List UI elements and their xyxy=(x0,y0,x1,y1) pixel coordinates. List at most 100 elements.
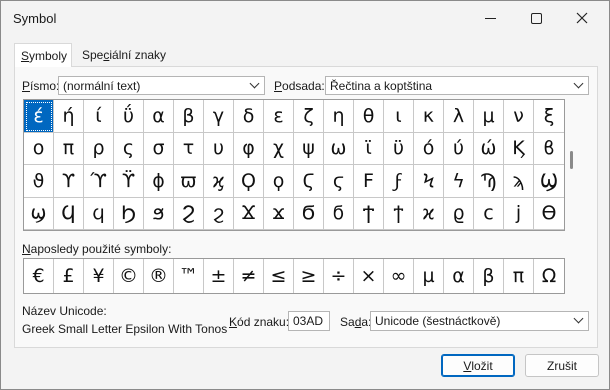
symbol-cell[interactable]: ϭ xyxy=(324,197,354,230)
close-button[interactable] xyxy=(559,1,605,35)
symbol-cell[interactable]: ώ xyxy=(474,132,504,165)
scrollbar-thumb[interactable] xyxy=(570,151,573,169)
tab-special-characters[interactable]: Spe c iální znaky xyxy=(76,44,180,66)
recent-symbol-cell[interactable]: π xyxy=(504,259,534,293)
symbol-cell[interactable]: Ϧ xyxy=(114,197,144,230)
recent-symbol-cell[interactable]: ∞ xyxy=(384,259,414,293)
symbol-grid-scrollbar[interactable] xyxy=(567,99,579,231)
recent-symbol-cell[interactable]: ™ xyxy=(174,259,204,293)
symbol-cell[interactable]: θ xyxy=(354,100,384,133)
symbol-cell[interactable]: Ϯ xyxy=(354,197,384,230)
symbol-cell[interactable]: τ xyxy=(174,132,204,165)
recent-symbol-cell[interactable]: £ xyxy=(54,259,84,293)
symbol-cell[interactable]: Ϣ xyxy=(534,165,564,198)
symbol-cell[interactable]: η xyxy=(324,100,354,133)
symbol-cell[interactable]: ρ xyxy=(84,132,114,165)
symbol-cell[interactable]: ξ xyxy=(534,100,564,133)
symbol-cell[interactable]: ϣ xyxy=(24,197,54,230)
symbol-cell[interactable]: Ϟ xyxy=(414,165,444,198)
symbol-cell[interactable]: ϛ xyxy=(324,165,354,198)
symbol-cell[interactable]: ϐ xyxy=(534,133,564,165)
symbol-cell[interactable]: ψ xyxy=(294,132,324,165)
symbol-cell[interactable]: ϫ xyxy=(264,197,294,230)
symbol-cell[interactable]: ϱ xyxy=(444,197,474,230)
symbol-cell[interactable]: ν xyxy=(504,100,534,133)
recent-symbol-cell[interactable]: ± xyxy=(204,259,234,293)
cancel-button[interactable]: Zrušit xyxy=(525,354,599,377)
recent-symbol-cell[interactable]: ≥ xyxy=(294,259,324,293)
subset-select[interactable]: Řečtina a koptština xyxy=(325,76,589,95)
symbol-cell[interactable]: ε xyxy=(264,100,294,133)
symbol-cell[interactable]: Ϝ xyxy=(354,165,384,198)
symbol-cell[interactable]: ϔ xyxy=(114,165,144,198)
symbol-cell[interactable]: ή xyxy=(54,100,84,133)
symbol-cell[interactable]: υ xyxy=(204,132,234,165)
symbol-cell[interactable]: έ xyxy=(24,100,54,133)
symbol-cell[interactable]: ϋ xyxy=(384,132,414,165)
recent-symbol-cell[interactable]: µ xyxy=(414,259,444,293)
symbol-cell[interactable]: ϥ xyxy=(84,197,114,230)
symbol-cell[interactable]: Ϭ xyxy=(294,197,324,230)
symbol-cell[interactable]: σ xyxy=(144,132,174,165)
symbol-cell[interactable]: ϰ xyxy=(414,197,444,230)
symbol-cell[interactable]: ϓ xyxy=(84,165,114,198)
symbol-cell[interactable]: ϟ xyxy=(444,165,474,198)
symbol-cell[interactable]: δ xyxy=(234,100,264,133)
symbol-cell[interactable]: Ϛ xyxy=(294,165,324,198)
recent-symbol-cell[interactable]: Ω xyxy=(534,259,564,293)
symbol-cell[interactable]: Ϩ xyxy=(174,197,204,230)
symbol-cell[interactable]: ϴ xyxy=(534,198,564,230)
symbol-cell[interactable]: β xyxy=(174,100,204,133)
tab-symbols[interactable]: Symboly xyxy=(14,43,72,67)
symbol-cell[interactable]: ϖ xyxy=(174,165,204,198)
symbol-cell[interactable]: ϲ xyxy=(474,197,504,230)
char-code-input[interactable]: 03AD xyxy=(288,311,330,331)
symbol-cell[interactable]: ς xyxy=(114,132,144,165)
symbol-cell[interactable]: λ xyxy=(444,100,474,133)
recent-symbol-cell[interactable]: ≠ xyxy=(234,259,264,293)
recent-symbol-cell[interactable]: € xyxy=(24,259,54,293)
symbol-cell[interactable]: κ xyxy=(414,100,444,133)
symbol-cell[interactable]: ι xyxy=(384,100,414,133)
symbol-cell[interactable]: ϳ xyxy=(504,197,534,230)
recent-symbol-cell[interactable]: ¥ xyxy=(84,259,114,293)
symbol-cell[interactable]: ϧ xyxy=(144,197,174,230)
recent-symbol-cell[interactable]: ® xyxy=(144,259,174,293)
symbol-cell[interactable]: ί xyxy=(84,100,114,133)
symbol-cell[interactable]: γ xyxy=(204,100,234,133)
symbol-cell[interactable]: Ϡ xyxy=(474,165,504,198)
symbol-cell[interactable]: α xyxy=(144,100,174,133)
symbol-cell[interactable]: ϝ xyxy=(384,165,414,198)
symbol-cell[interactable]: Ϥ xyxy=(54,197,84,230)
recent-symbol-cell[interactable]: © xyxy=(114,259,144,293)
symbol-cell[interactable]: ϕ xyxy=(144,165,174,198)
symbol-cell[interactable]: ϡ xyxy=(504,165,534,198)
symbol-cell[interactable]: ύ xyxy=(444,132,474,165)
recent-symbol-cell[interactable]: × xyxy=(354,259,384,293)
recent-symbol-cell[interactable]: β xyxy=(474,259,504,293)
recent-symbol-cell[interactable]: α xyxy=(444,259,474,293)
symbol-cell[interactable]: Ϙ xyxy=(234,165,264,198)
insert-button[interactable]: Vložit xyxy=(441,354,515,377)
symbol-cell[interactable]: ϒ xyxy=(54,165,84,198)
minimize-button[interactable] xyxy=(467,1,513,35)
from-select[interactable]: Unicode (šestnáctkově) xyxy=(370,311,589,331)
symbol-cell[interactable]: π xyxy=(54,132,84,165)
maximize-button[interactable] xyxy=(513,1,559,35)
recent-symbol-cell[interactable]: ÷ xyxy=(324,259,354,293)
symbol-cell[interactable]: ω xyxy=(324,132,354,165)
symbol-cell[interactable]: ΰ xyxy=(114,100,144,133)
symbol-cell[interactable]: ζ xyxy=(294,100,324,133)
symbol-cell[interactable]: χ xyxy=(264,132,294,165)
symbol-cell[interactable]: μ xyxy=(474,100,504,133)
symbol-cell[interactable]: Ϗ xyxy=(504,132,534,165)
symbol-cell[interactable]: ϊ xyxy=(354,132,384,165)
symbol-cell[interactable]: Ϫ xyxy=(234,197,264,230)
symbol-cell[interactable]: ό xyxy=(414,132,444,165)
symbol-cell[interactable]: ϩ xyxy=(204,197,234,230)
symbol-cell[interactable]: ϙ xyxy=(264,165,294,198)
symbol-cell[interactable]: φ xyxy=(234,132,264,165)
recent-symbol-cell[interactable]: ≤ xyxy=(264,259,294,293)
symbol-cell[interactable]: ϑ xyxy=(24,165,54,198)
symbol-cell[interactable]: ο xyxy=(24,132,54,165)
